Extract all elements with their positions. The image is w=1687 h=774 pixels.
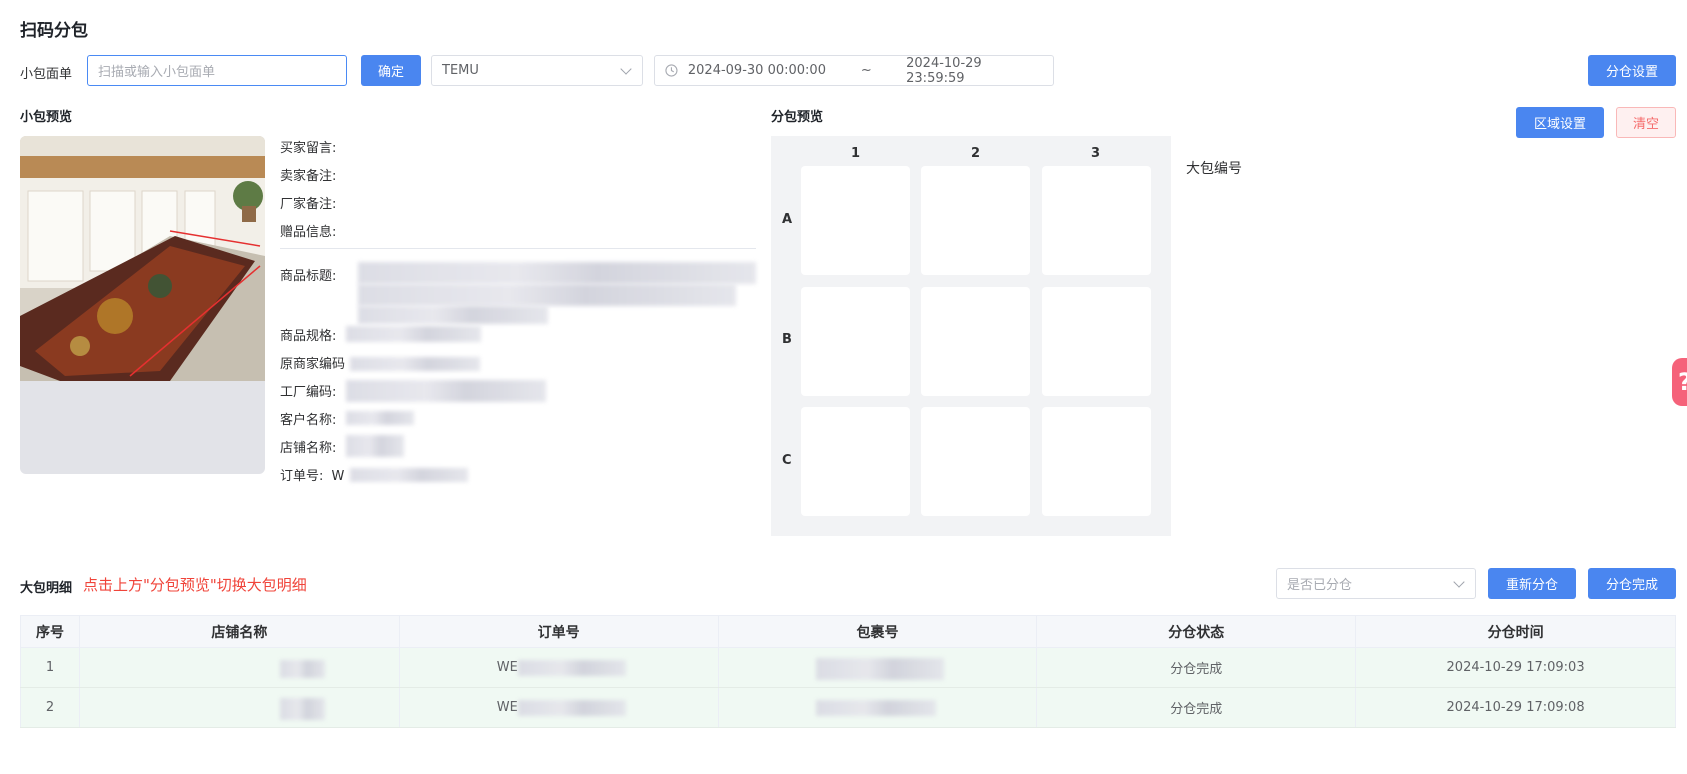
warehouse-settings-button[interactable]: 分仓设置 [1588,55,1676,86]
split-status-cell: 分仓完成 [1036,687,1357,728]
product-image [20,136,265,381]
small-preview-heading: 小包预览 [20,110,73,125]
table-header-row: 序号 店铺名称 订单号 包裹号 分仓状态 分仓时间 [20,615,1676,648]
resplit-button[interactable]: 重新分仓 [1488,568,1576,599]
redacted-shop [279,660,325,678]
row-header-a: A [782,212,793,227]
big-package-number-label: 大包编号 [1186,161,1242,177]
help-icon[interactable]: ? [1672,358,1687,406]
order-cell: WE [398,687,719,728]
big-package-table: 序号 店铺名称 订单号 包裹号 分仓状态 分仓时间 1 WE 分仓完成 2024… [20,615,1676,728]
date-start: 2024-09-30 00:00:00 [687,63,826,78]
order-cell: WE [398,647,719,688]
date-separator: ~ [860,63,872,78]
column-header-2: 2 [971,146,981,161]
split-preview-heading[interactable]: 分包预览 [771,106,823,125]
seller-note-label: 卖家备注: [280,169,337,184]
grid-cell-a2[interactable] [921,166,1030,275]
region-settings-button[interactable]: 区域设置 [1516,107,1604,138]
split-status-placeholder: 是否已分仓 [1287,578,1353,593]
redacted-product-title [358,306,548,324]
parcel-cell [717,687,1038,728]
redacted-product-title [358,284,736,306]
redacted-order-no [350,468,468,482]
customer-name-label: 客户名称: [280,413,337,428]
order-no-prefix: W [331,469,345,484]
order-no-label-text: 订单号: [280,469,324,484]
buyer-message-label: 买家留言: [280,141,337,156]
row-index: 1 [20,647,80,688]
grid-cell-b2[interactable] [921,287,1030,396]
grid-cell-b3[interactable] [1042,287,1151,396]
chevron-down-icon [620,63,632,75]
redacted-merchant-code [350,357,480,371]
date-range-picker[interactable]: 2024-09-30 00:00:00 ~ 2024-10-29 23:59:5… [654,55,1054,86]
gift-info-label: 赠品信息: [280,225,337,240]
redacted-spec [346,326,481,342]
row-index: 2 [20,687,80,728]
page-title: 扫码分包 [20,21,88,41]
column-header: 店铺名称 [78,615,400,648]
row-header-b: B [782,332,792,347]
split-status-cell: 分仓完成 [1036,647,1357,688]
column-header-3: 3 [1091,146,1101,161]
redacted-parcel [815,700,936,716]
platform-value: TEMU [442,63,479,78]
platform-select[interactable]: TEMU [431,55,643,86]
product-spec-label: 商品规格: [280,329,337,344]
info-divider [280,248,756,249]
redacted-order [517,700,626,716]
redacted-order [517,660,626,676]
grid-cell-c2[interactable] [921,407,1030,516]
package-label: 小包面单 [20,67,73,82]
column-header: 序号 [20,615,80,648]
factory-note-label: 厂家备注: [280,197,337,212]
product-title-label: 商品标题: [280,269,337,284]
split-time-cell: 2024-10-29 17:09:08 [1355,687,1676,728]
column-header: 包裹号 [717,615,1038,648]
order-prefix: WE [496,660,518,675]
switch-hint: 点击上方"分包预览"切换大包明细 [83,576,307,594]
redacted-factory-code [346,380,546,402]
package-input-placeholder: 扫描或输入小包面单 [98,65,216,80]
original-merchant-code-label: 原商家编码 [280,357,346,372]
parcel-cell [717,647,1038,688]
product-image-frame [20,136,265,474]
redacted-parcel [815,658,944,680]
redacted-customer-name [346,411,414,425]
grid-cell-a3[interactable] [1042,166,1151,275]
package-input[interactable]: 扫描或输入小包面单 [87,55,347,86]
split-status-filter[interactable]: 是否已分仓 [1276,568,1476,599]
order-no-label: 订单号: W [280,465,344,484]
split-complete-button[interactable]: 分仓完成 [1588,568,1676,599]
column-header: 订单号 [398,615,719,648]
factory-code-label: 工厂编码: [280,385,337,400]
column-header-1: 1 [851,146,861,161]
shop-cell [78,687,400,728]
redacted-product-title [358,262,756,284]
redacted-shop-name [346,435,404,457]
date-end: 2024-10-29 23:59:59 [906,55,982,86]
clock-icon [665,64,678,77]
big-package-detail-heading: 大包明细 [20,581,73,596]
table-row[interactable]: 2 WE 分仓完成 2024-10-29 17:09:08 [20,687,1676,728]
row-header-c: C [782,453,792,468]
grid-cell-c1[interactable] [801,407,910,516]
grid-cell-b1[interactable] [801,287,910,396]
redacted-shop [279,698,325,720]
shop-cell [78,647,400,688]
clear-button[interactable]: 清空 [1616,107,1676,138]
table-row[interactable]: 1 WE 分仓完成 2024-10-29 17:09:03 [20,647,1676,688]
column-header: 分仓时间 [1355,615,1676,648]
grid-cell-a1[interactable] [801,166,910,275]
shop-name-label: 店铺名称: [280,441,337,456]
confirm-button[interactable]: 确定 [361,55,421,86]
column-header: 分仓状态 [1036,615,1357,648]
split-grid: 1 2 3 A B C [771,136,1171,536]
chevron-down-icon [1453,576,1465,588]
split-time-cell: 2024-10-29 17:09:03 [1355,647,1676,688]
grid-cell-c3[interactable] [1042,407,1151,516]
order-prefix: WE [496,700,518,715]
